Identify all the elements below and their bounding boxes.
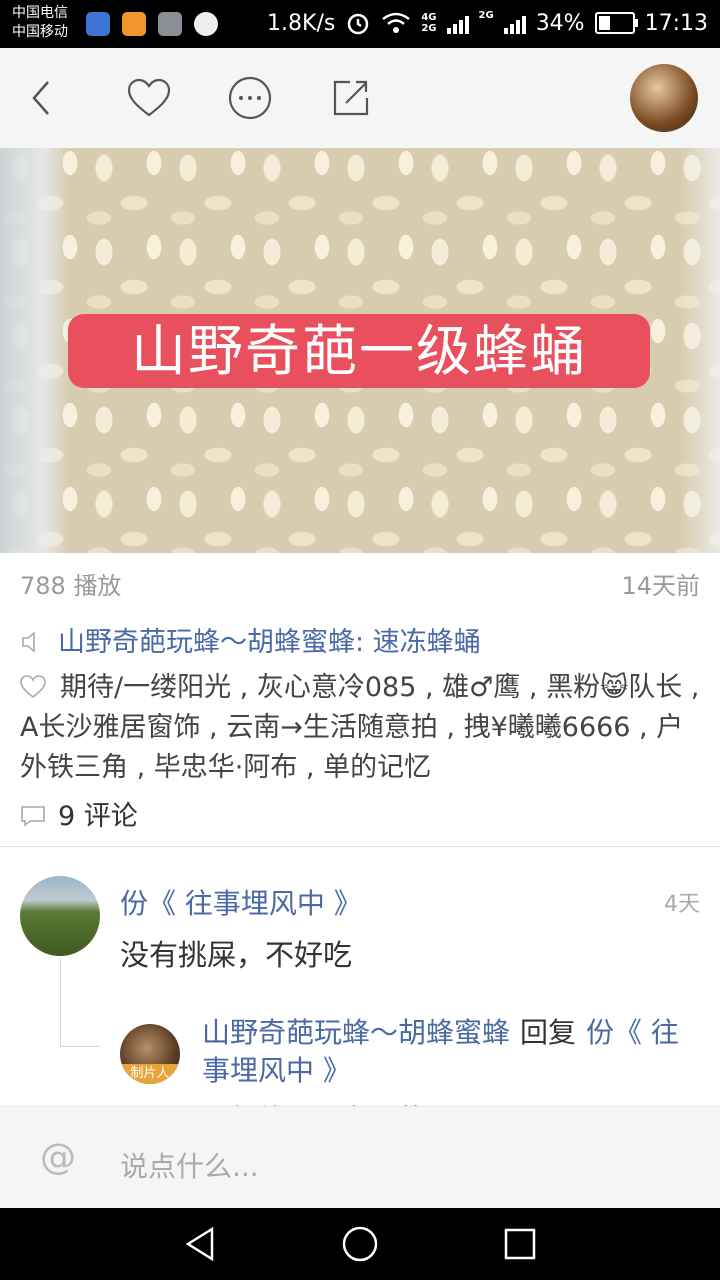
commenter-avatar[interactable] [20,876,100,956]
post-time: 14天前 [621,572,700,600]
battery-percent: 34% [535,10,585,36]
producer-badge: 制片人 [120,1064,180,1084]
notification-icons [86,12,218,36]
shield-app-icon [86,12,110,36]
comment-input[interactable]: 说点什么... [120,1145,259,1185]
share-icon [333,80,369,116]
network-type-2: 2G [478,10,494,21]
replier-avatar[interactable]: 制片人 [120,1024,180,1084]
clock: 17:13 [644,10,708,36]
reply-word: 回复 [520,1016,577,1049]
video-title-overlay: 山野奇葩一级蜂蛹 [68,314,650,388]
status-right: 1.8K/s 4G 2G 2G 34% 17:13 [267,10,708,36]
divider [0,846,720,847]
reply-header: 山野奇葩玩蜂～胡蜂蜜蜂 回复 份《 往事埋风中 》 [202,1014,702,1090]
likes-list: 期待/一缕阳光 , 灰心意冷085 , 雄♂鹰 , 黑粉😸队长 , A长沙雅居窗… [20,668,704,788]
wifi-icon [382,12,411,33]
chevron-left-icon [32,81,49,115]
thread-line-horizontal [60,1046,100,1047]
share-button[interactable] [326,74,374,122]
network-type-labels: 4G 2G [421,12,437,34]
gallery-app-icon [158,12,182,36]
triangle-back-icon [185,1226,214,1262]
circle-home-icon [342,1226,378,1262]
favorite-button[interactable] [125,74,173,122]
comment-text[interactable]: 没有挑屎，不好吃 [120,932,352,974]
play-count: 788 播放 [20,572,122,600]
mention-icon[interactable]: @ [40,1137,76,1178]
commenter-name[interactable]: 份《 往事埋风中 》 [120,882,362,922]
carrier-info: 中国电信 中国移动 [12,4,68,42]
comments-count: 9 评论 [58,801,138,832]
comment-input-bar: @ 说点什么... [0,1106,720,1209]
thread-line [60,958,61,1046]
nav-recents-button[interactable] [498,1222,542,1266]
likes-names[interactable]: 期待/一缕阳光 , 灰心意冷085 , 雄♂鹰 , 黑粉😸队长 , A长沙雅居窗… [20,672,699,783]
more-button[interactable] [226,74,274,122]
carrier-1: 中国电信 [12,5,68,21]
author-avatar[interactable] [630,64,698,132]
replier-name[interactable]: 山野奇葩玩蜂～胡蜂蜜蜂 [202,1016,510,1049]
video-thumbnail[interactable]: 山野奇葩一级蜂蛹 [0,148,720,553]
alarm-icon [348,13,369,35]
audio-row[interactable]: 山野奇葩玩蜂～胡蜂蜜蜂: 速冻蜂蛹 [20,620,481,659]
video-app-icon [122,12,146,36]
signal-icon-2 [503,12,526,34]
comments-count-row: 9 评论 [20,794,138,833]
browser-app-icon [194,12,218,36]
heart-icon [127,78,171,117]
top-bar [0,48,720,148]
navigation-bar [0,1208,720,1280]
more-dots-icon [228,76,272,120]
nav-back-button[interactable] [178,1222,222,1266]
back-button[interactable] [18,74,66,122]
network-speed: 1.8K/s [267,10,336,36]
audio-title[interactable]: 山野奇葩玩蜂～胡蜂蜜蜂: 速冻蜂蛹 [58,627,481,658]
battery-icon [594,12,638,34]
status-bar: 中国电信 中国移动 1.8K/s 4G 2G 2G 34% 17:13 [0,0,720,48]
speaker-icon [22,631,35,653]
comment-bubble-icon [21,806,45,827]
square-recents-icon [504,1228,536,1260]
nav-home-button[interactable] [338,1222,382,1266]
signal-icon-1 [446,12,469,34]
carrier-2: 中国移动 [12,24,68,40]
like-heart-icon [20,675,46,699]
comment-time: 4天 [664,892,700,917]
